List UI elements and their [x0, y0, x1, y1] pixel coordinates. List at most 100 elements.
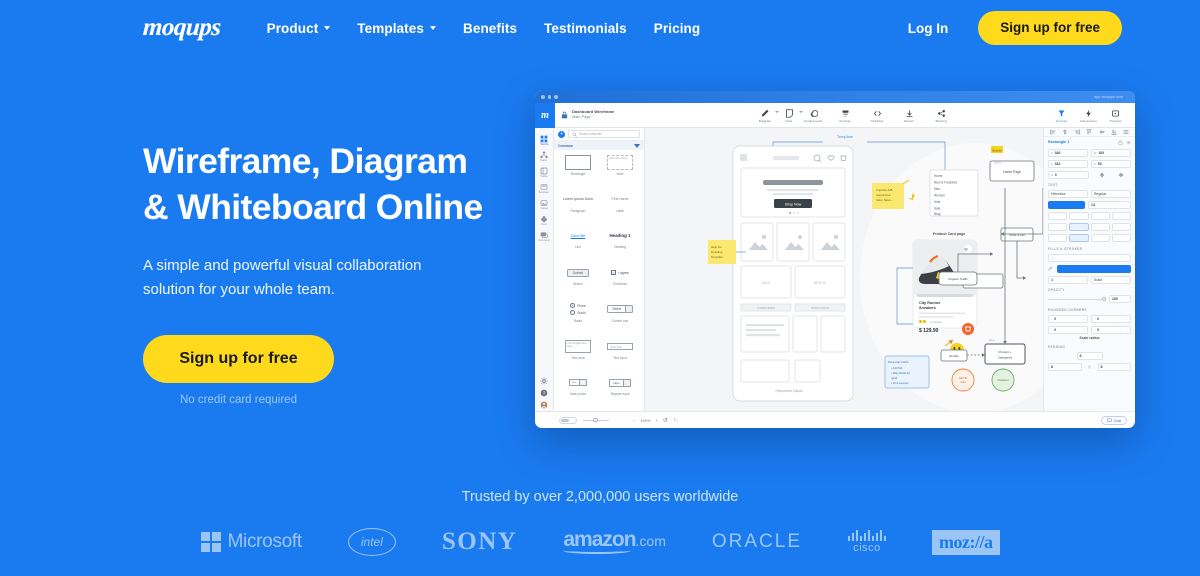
scale-radius-label[interactable]: Scale radius	[1044, 335, 1135, 342]
stencil-checkbox[interactable]: ✓ I agree Checkbox	[599, 262, 641, 299]
distribute-icon[interactable]	[1123, 129, 1129, 135]
toolbar-export[interactable]: Export	[893, 108, 925, 123]
corner-top-left-field[interactable]: ◜ 0 ⌄	[1048, 314, 1088, 323]
align-top-icon[interactable]	[1086, 129, 1092, 135]
moqups-logo[interactable]: moqups	[142, 14, 221, 42]
nav-item-pricing[interactable]: Pricing	[654, 21, 700, 36]
stroke-color-swatch[interactable]	[1057, 264, 1131, 273]
font-weight-select[interactable]: Regular ⌄	[1091, 190, 1131, 198]
padding-right-field[interactable]: 8 ⌄	[1097, 363, 1131, 371]
flip-horizontal-icon[interactable]	[1099, 172, 1105, 178]
toolbar-preview[interactable]: Preview	[1102, 108, 1129, 123]
close-icon[interactable]	[541, 95, 545, 99]
stencil-heading[interactable]: Heading 1 Heading	[599, 225, 641, 262]
chat-button[interactable]: Chat	[1100, 416, 1127, 425]
fill-color-field[interactable]: ◻	[1048, 253, 1131, 262]
font-family-select[interactable]: Helvetica ⌄	[1048, 190, 1088, 198]
stencils-group-header[interactable]: Common	[554, 141, 644, 150]
toolbar-format[interactable]: Format	[1048, 108, 1075, 123]
stencil-stepper[interactable]: 12px ⇅ Stepper input	[599, 372, 641, 409]
strikethrough-button[interactable]	[1111, 212, 1131, 220]
underline-button[interactable]	[1090, 212, 1110, 220]
link-padding-icon[interactable]: ⛓	[1085, 363, 1095, 371]
search-stencils-input[interactable]: Search stencils	[568, 130, 640, 138]
stroke-width-field[interactable]: 1 ⌄	[1048, 275, 1088, 284]
corner-bottom-left-field[interactable]: ◟ 0 ⌄	[1048, 325, 1088, 334]
text-align-justify-button[interactable]	[1111, 223, 1131, 231]
padding-left-field[interactable]: 8 ⌄	[1048, 363, 1082, 371]
minimize-icon[interactable]	[547, 95, 552, 99]
toolbar-hubspot[interactable]: HubSpot	[861, 108, 893, 123]
add-icon[interactable]: +	[558, 130, 565, 138]
stencil-datepicker[interactable]: date ▦ Date picker	[557, 372, 599, 409]
toolbar-arrange[interactable]: Arrange	[829, 108, 861, 123]
zoom-slider[interactable]	[583, 417, 609, 424]
toolbar-components[interactable]: Components	[797, 108, 829, 123]
rail-item-templates[interactable]: Templates	[535, 180, 554, 196]
padding-top-field[interactable]: 8 ⌄	[1076, 352, 1103, 360]
nav-item-product[interactable]: Product	[267, 21, 331, 36]
gear-icon[interactable]	[540, 377, 548, 385]
flip-vertical-icon[interactable]	[1118, 172, 1124, 178]
valign-middle-button[interactable]	[1069, 234, 1089, 242]
rail-item-stencils[interactable]: Stencils	[535, 132, 554, 148]
text-align-center-button[interactable]	[1069, 223, 1089, 231]
valign-bottom-button[interactable]	[1090, 234, 1110, 242]
avatar[interactable]	[540, 401, 548, 409]
undo-button[interactable]: ↺	[663, 417, 668, 424]
stencil-radio[interactable]: Pizza Sushi Radio	[557, 299, 599, 336]
rail-item-icons[interactable]: Icons	[535, 212, 554, 228]
stencil-textarea[interactable]: Your longest text here Text area	[557, 336, 599, 373]
corner-top-right-field[interactable]: ◝ 0 ⌄	[1091, 314, 1131, 323]
bold-button[interactable]	[1048, 212, 1068, 220]
text-align-left-button[interactable]	[1048, 223, 1068, 231]
align-middle-icon[interactable]	[1099, 129, 1105, 135]
align-center-icon[interactable]	[1062, 129, 1068, 135]
rail-item-comments[interactable]: Comments	[535, 228, 554, 244]
zoom-out-button[interactable]: −	[633, 418, 635, 423]
stencil-note[interactable]: One more thing Note	[599, 152, 641, 189]
w-field[interactable]: w 100 ⌄	[1091, 148, 1131, 157]
angle-field[interactable]: a 0 ⌄	[1048, 170, 1089, 179]
font-size-field[interactable]: 14 ⌄	[1088, 201, 1131, 209]
design-canvas[interactable]: Template Shop Now SALE NEW IN CATEGORIES…	[645, 128, 1043, 411]
rail-item-teams[interactable]: Teams	[535, 148, 554, 164]
valign-top-button[interactable]	[1048, 234, 1068, 242]
align-bottom-icon[interactable]	[1111, 129, 1117, 135]
zoom-in-button[interactable]: +	[656, 418, 658, 423]
toolbar-interactions[interactable]: Interactions	[1075, 108, 1102, 123]
stencil-rectangle[interactable]: Rectangle	[557, 152, 599, 189]
help-icon[interactable]: ?	[540, 389, 548, 397]
redo-button[interactable]: ↻	[673, 417, 678, 424]
text-color-swatch[interactable]	[1048, 201, 1085, 209]
opacity-value-field[interactable]: 100	[1109, 295, 1131, 303]
corner-bottom-right-field[interactable]: ◞ 0 ⌄	[1091, 325, 1131, 334]
maximize-icon[interactable]	[554, 95, 558, 99]
hero-signup-button[interactable]: Sign up for free	[143, 334, 334, 383]
stencil-button[interactable]: Submit Button	[557, 262, 599, 299]
align-right-icon[interactable]	[1074, 129, 1080, 135]
stroke-style-select[interactable]: Solid ⌄	[1091, 275, 1131, 284]
app-logo[interactable]: m	[535, 102, 555, 128]
stencil-textinput[interactable]: John Doe Text input	[599, 336, 641, 373]
y-field[interactable]: y 332 ⌄	[1048, 159, 1088, 168]
stencil-paragraph[interactable]: Lorem Ipsum Dolor Paragraph	[557, 189, 599, 226]
nav-item-templates[interactable]: Templates	[357, 21, 436, 36]
rail-item-images[interactable]: Images	[535, 196, 554, 212]
text-settings-button[interactable]	[1111, 234, 1131, 242]
h-field[interactable]: h 50 ⌄	[1091, 159, 1131, 168]
nav-item-benefits[interactable]: Benefits	[463, 21, 517, 36]
text-align-right-button[interactable]	[1090, 223, 1110, 231]
eye-icon[interactable]	[1126, 140, 1131, 145]
login-link[interactable]: Log In	[908, 21, 949, 36]
stencil-link[interactable]: Click Me Link	[557, 225, 599, 262]
x-field[interactable]: x 340 ⌄	[1048, 148, 1088, 157]
nav-item-testimonials[interactable]: Testimonials	[544, 21, 627, 36]
opacity-slider[interactable]	[1048, 295, 1106, 303]
nav-signup-button[interactable]: Sign up for free	[978, 11, 1122, 45]
italic-button[interactable]	[1069, 212, 1089, 220]
lock-icon[interactable]	[1118, 139, 1123, 145]
stencil-combobox[interactable]: Select ▾ Combo box	[599, 299, 641, 336]
toolbar-sharing[interactable]: Sharing	[925, 108, 957, 123]
grid-toggle[interactable]	[559, 416, 577, 424]
